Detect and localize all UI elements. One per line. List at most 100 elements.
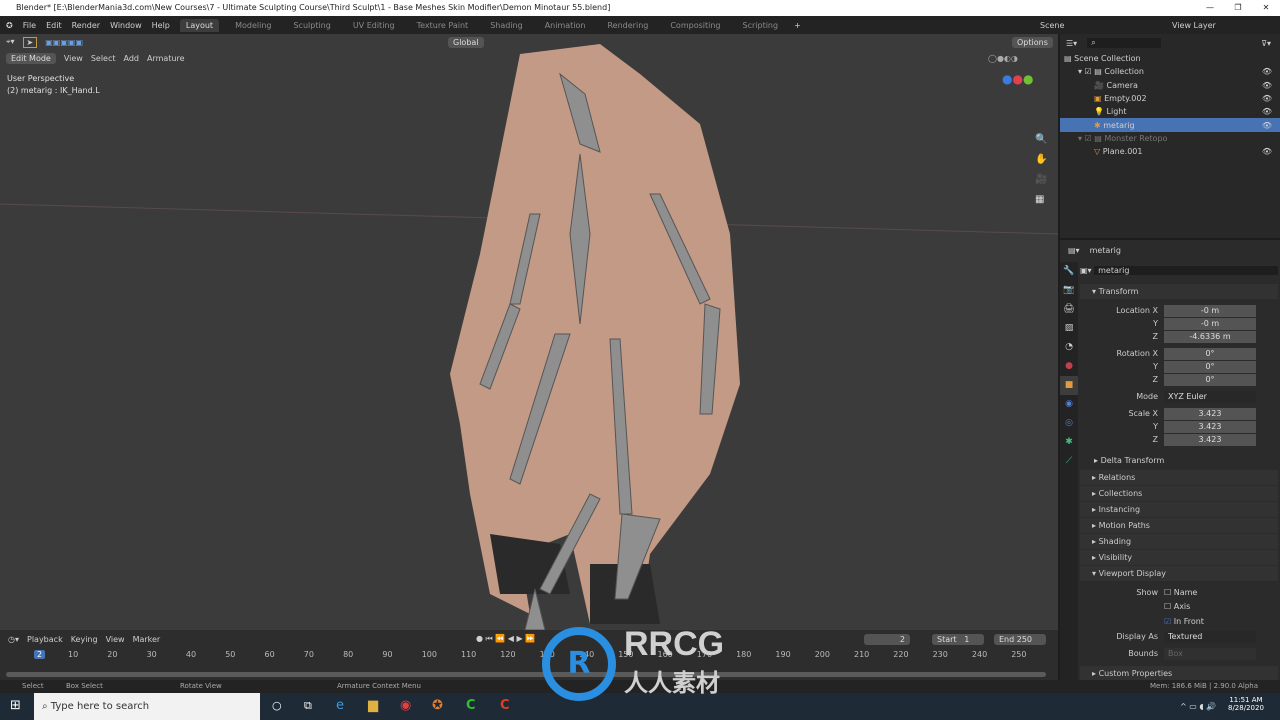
custom-properties-panel[interactable]: ▸ Custom Properties bbox=[1080, 666, 1278, 681]
viewport-display-panel[interactable]: ▾ Viewport Display bbox=[1080, 566, 1278, 581]
location-y-row[interactable]: Y -0 m bbox=[1080, 317, 1278, 330]
outliner-item-empty[interactable]: ▣ Empty.002 👁 bbox=[1060, 92, 1280, 105]
tab-rendering[interactable]: Rendering bbox=[601, 19, 654, 32]
viewport-nav-icons[interactable]: 🔍 ✋ 🎥 ▦ bbox=[1035, 130, 1047, 210]
eye-icon[interactable]: 👁 bbox=[1262, 67, 1272, 76]
delta-transform-subpanel[interactable]: ▸ Delta Transform bbox=[1080, 454, 1278, 467]
physics-tab-icon[interactable]: ◎ bbox=[1060, 414, 1078, 433]
timeline-scrollbar[interactable] bbox=[6, 672, 1046, 677]
rotation-z-row[interactable]: Z 0° bbox=[1080, 373, 1278, 386]
playhead[interactable]: 2 bbox=[34, 650, 46, 659]
menu-playback[interactable]: Playback bbox=[27, 635, 63, 644]
scene-tab-icon[interactable]: ◔ bbox=[1060, 338, 1078, 357]
eye-icon[interactable]: 👁 bbox=[1262, 147, 1272, 156]
shading-panel[interactable]: ▸ Shading bbox=[1080, 534, 1278, 549]
chrome-icon[interactable]: ◉ bbox=[400, 698, 411, 713]
tab-scripting[interactable]: Scripting bbox=[737, 19, 785, 32]
windows-start-icon[interactable]: ⊞ bbox=[10, 698, 21, 713]
timeline[interactable]: ◷▾ Playback Keying View Marker ● ⏮ ⏪ ◀ ▶… bbox=[0, 630, 1058, 680]
instancing-panel[interactable]: ▸ Instancing bbox=[1080, 502, 1278, 517]
transform-orientation-dropdown[interactable]: Global bbox=[448, 36, 484, 48]
eye-icon[interactable]: 👁 bbox=[1262, 121, 1272, 130]
visibility-panel[interactable]: ▸ Visibility bbox=[1080, 550, 1278, 565]
cortana-icon[interactable]: ○ bbox=[272, 699, 282, 712]
render-tab-icon[interactable]: 📷 bbox=[1060, 281, 1078, 300]
outliner-item-monster-retopo[interactable]: ▾ ☑ ▤ Monster Retopo bbox=[1060, 132, 1280, 145]
frame-ruler[interactable]: 10 20 30 40 50 60 70 80 90 100 110 120 130 140 150 160 1… bbox=[0, 648, 1058, 662]
menu-view[interactable]: View bbox=[106, 635, 125, 644]
outliner-item-collection[interactable]: ▾ ☑ ▤ Collection 👁 bbox=[1060, 65, 1280, 78]
display-as-row[interactable]: Display As Textured bbox=[1080, 630, 1278, 643]
navigation-gizmo[interactable]: ●●● bbox=[1002, 72, 1033, 86]
add-workspace-icon[interactable]: + bbox=[794, 21, 801, 30]
system-tray-icons[interactable]: ^ ▭ ◖ 🔊 bbox=[1180, 702, 1216, 711]
blender-taskbar-icon[interactable]: ✪ bbox=[432, 698, 443, 713]
menu-edit[interactable]: Edit bbox=[46, 21, 62, 30]
task-view-icon[interactable]: ⧉ bbox=[304, 699, 312, 713]
location-x-row[interactable]: Location X -0 m bbox=[1080, 304, 1278, 317]
outliner-item-light[interactable]: 💡 Light 👁 bbox=[1060, 105, 1280, 118]
menu-render[interactable]: Render bbox=[72, 21, 100, 30]
outliner-scene-collection[interactable]: ▤ Scene Collection bbox=[1060, 52, 1280, 65]
tab-modeling[interactable]: Modeling bbox=[229, 19, 277, 32]
relations-panel[interactable]: ▸ Relations bbox=[1080, 470, 1278, 485]
mode-dropdown[interactable]: Edit Mode bbox=[6, 52, 56, 64]
show-in-front-row[interactable]: ☑ In Front bbox=[1080, 615, 1278, 628]
current-frame-field[interactable]: 2 bbox=[864, 633, 910, 645]
object-tab-icon[interactable]: ■ bbox=[1060, 376, 1078, 395]
eye-icon[interactable]: 👁 bbox=[1262, 94, 1272, 103]
taskbar-clock[interactable]: 11:51 AM 8/28/2020 bbox=[1228, 696, 1264, 712]
camtasia-recorder-icon[interactable]: C bbox=[500, 698, 510, 713]
file-explorer-icon[interactable]: ▆ bbox=[368, 698, 378, 713]
tab-texture-paint[interactable]: Texture Paint bbox=[411, 19, 475, 32]
menu-add[interactable]: Add bbox=[124, 54, 140, 63]
menu-select[interactable]: Select bbox=[91, 54, 116, 63]
menu-marker[interactable]: Marker bbox=[133, 635, 161, 644]
eye-icon[interactable]: 👁 bbox=[1262, 107, 1272, 116]
3d-viewport[interactable]: ⌖▾ ➤ ▣▣▣▣▣ Global Options Edit Mode View… bbox=[0, 34, 1058, 630]
show-axis-row[interactable]: ☐ Axis bbox=[1080, 600, 1278, 613]
tool-tab-icon[interactable]: 🔧 bbox=[1060, 262, 1078, 281]
location-z-row[interactable]: Z -4.6336 m bbox=[1080, 330, 1278, 343]
options-dropdown[interactable]: Options bbox=[1012, 36, 1053, 48]
select-tool-icon[interactable]: ➤ bbox=[22, 36, 38, 48]
object-name-field[interactable]: ▣▾ metarig bbox=[1080, 264, 1278, 277]
tab-uv-editing[interactable]: UV Editing bbox=[347, 19, 401, 32]
scale-z-row[interactable]: Z 3.423 bbox=[1080, 433, 1278, 446]
camtasia-icon[interactable]: C bbox=[466, 698, 476, 713]
outliner-item-metarig[interactable]: ✱ metarig 👁 bbox=[1060, 118, 1280, 132]
bounds-row[interactable]: Bounds Box bbox=[1080, 647, 1278, 660]
menu-file[interactable]: File bbox=[23, 21, 36, 30]
editor-type-icon[interactable]: ⌖▾ bbox=[6, 37, 15, 47]
tab-animation[interactable]: Animation bbox=[539, 19, 592, 32]
playback-controls[interactable]: ● ⏮ ⏪ ◀ ▶ ⏩ bbox=[476, 634, 535, 644]
collections-panel[interactable]: ▸ Collections bbox=[1080, 486, 1278, 501]
eye-icon[interactable]: 👁 bbox=[1262, 81, 1272, 90]
editor-type-icon[interactable]: ◷▾ bbox=[8, 635, 19, 644]
close-button[interactable]: ✕ bbox=[1252, 0, 1280, 16]
end-frame-field[interactable]: End 250 bbox=[994, 633, 1046, 645]
transform-panel-header[interactable]: ▾ Transform bbox=[1080, 284, 1278, 299]
scene-selector[interactable]: Scene bbox=[1040, 21, 1064, 30]
menu-armature[interactable]: Armature bbox=[147, 54, 185, 63]
editor-type-icon[interactable]: ▤▾ bbox=[1068, 246, 1080, 255]
taskbar-search-box[interactable]: ⌕ Type here to search bbox=[34, 693, 260, 720]
armature-data-tab-icon[interactable]: ✱ bbox=[1060, 433, 1078, 452]
bone-tab-icon[interactable]: ⟋ bbox=[1060, 452, 1078, 471]
select-mode-icons[interactable]: ▣▣▣▣▣ bbox=[45, 38, 83, 47]
search-icon[interactable]: ⌕ bbox=[1087, 38, 1162, 48]
tab-sculpting[interactable]: Sculpting bbox=[287, 19, 336, 32]
tab-layout[interactable]: Layout bbox=[179, 18, 220, 32]
modifier-tab-icon[interactable]: ◉ bbox=[1060, 395, 1078, 414]
view-layer-selector[interactable]: View Layer bbox=[1172, 21, 1216, 30]
outliner-item-camera[interactable]: 🎥 Camera 👁 bbox=[1060, 79, 1280, 92]
rotation-y-row[interactable]: Y 0° bbox=[1080, 360, 1278, 373]
rotation-mode-row[interactable]: Mode XYZ Euler bbox=[1080, 390, 1278, 403]
output-tab-icon[interactable]: 🖨 bbox=[1060, 300, 1078, 319]
show-name-row[interactable]: Show ☐ Name bbox=[1080, 586, 1278, 599]
menu-keying[interactable]: Keying bbox=[71, 635, 98, 644]
rotation-x-row[interactable]: Rotation X 0° bbox=[1080, 347, 1278, 360]
filter-icon[interactable]: ⊽▾ bbox=[1261, 39, 1271, 48]
menu-help[interactable]: Help bbox=[152, 21, 170, 30]
start-frame-field[interactable]: Start 1 bbox=[932, 633, 984, 645]
